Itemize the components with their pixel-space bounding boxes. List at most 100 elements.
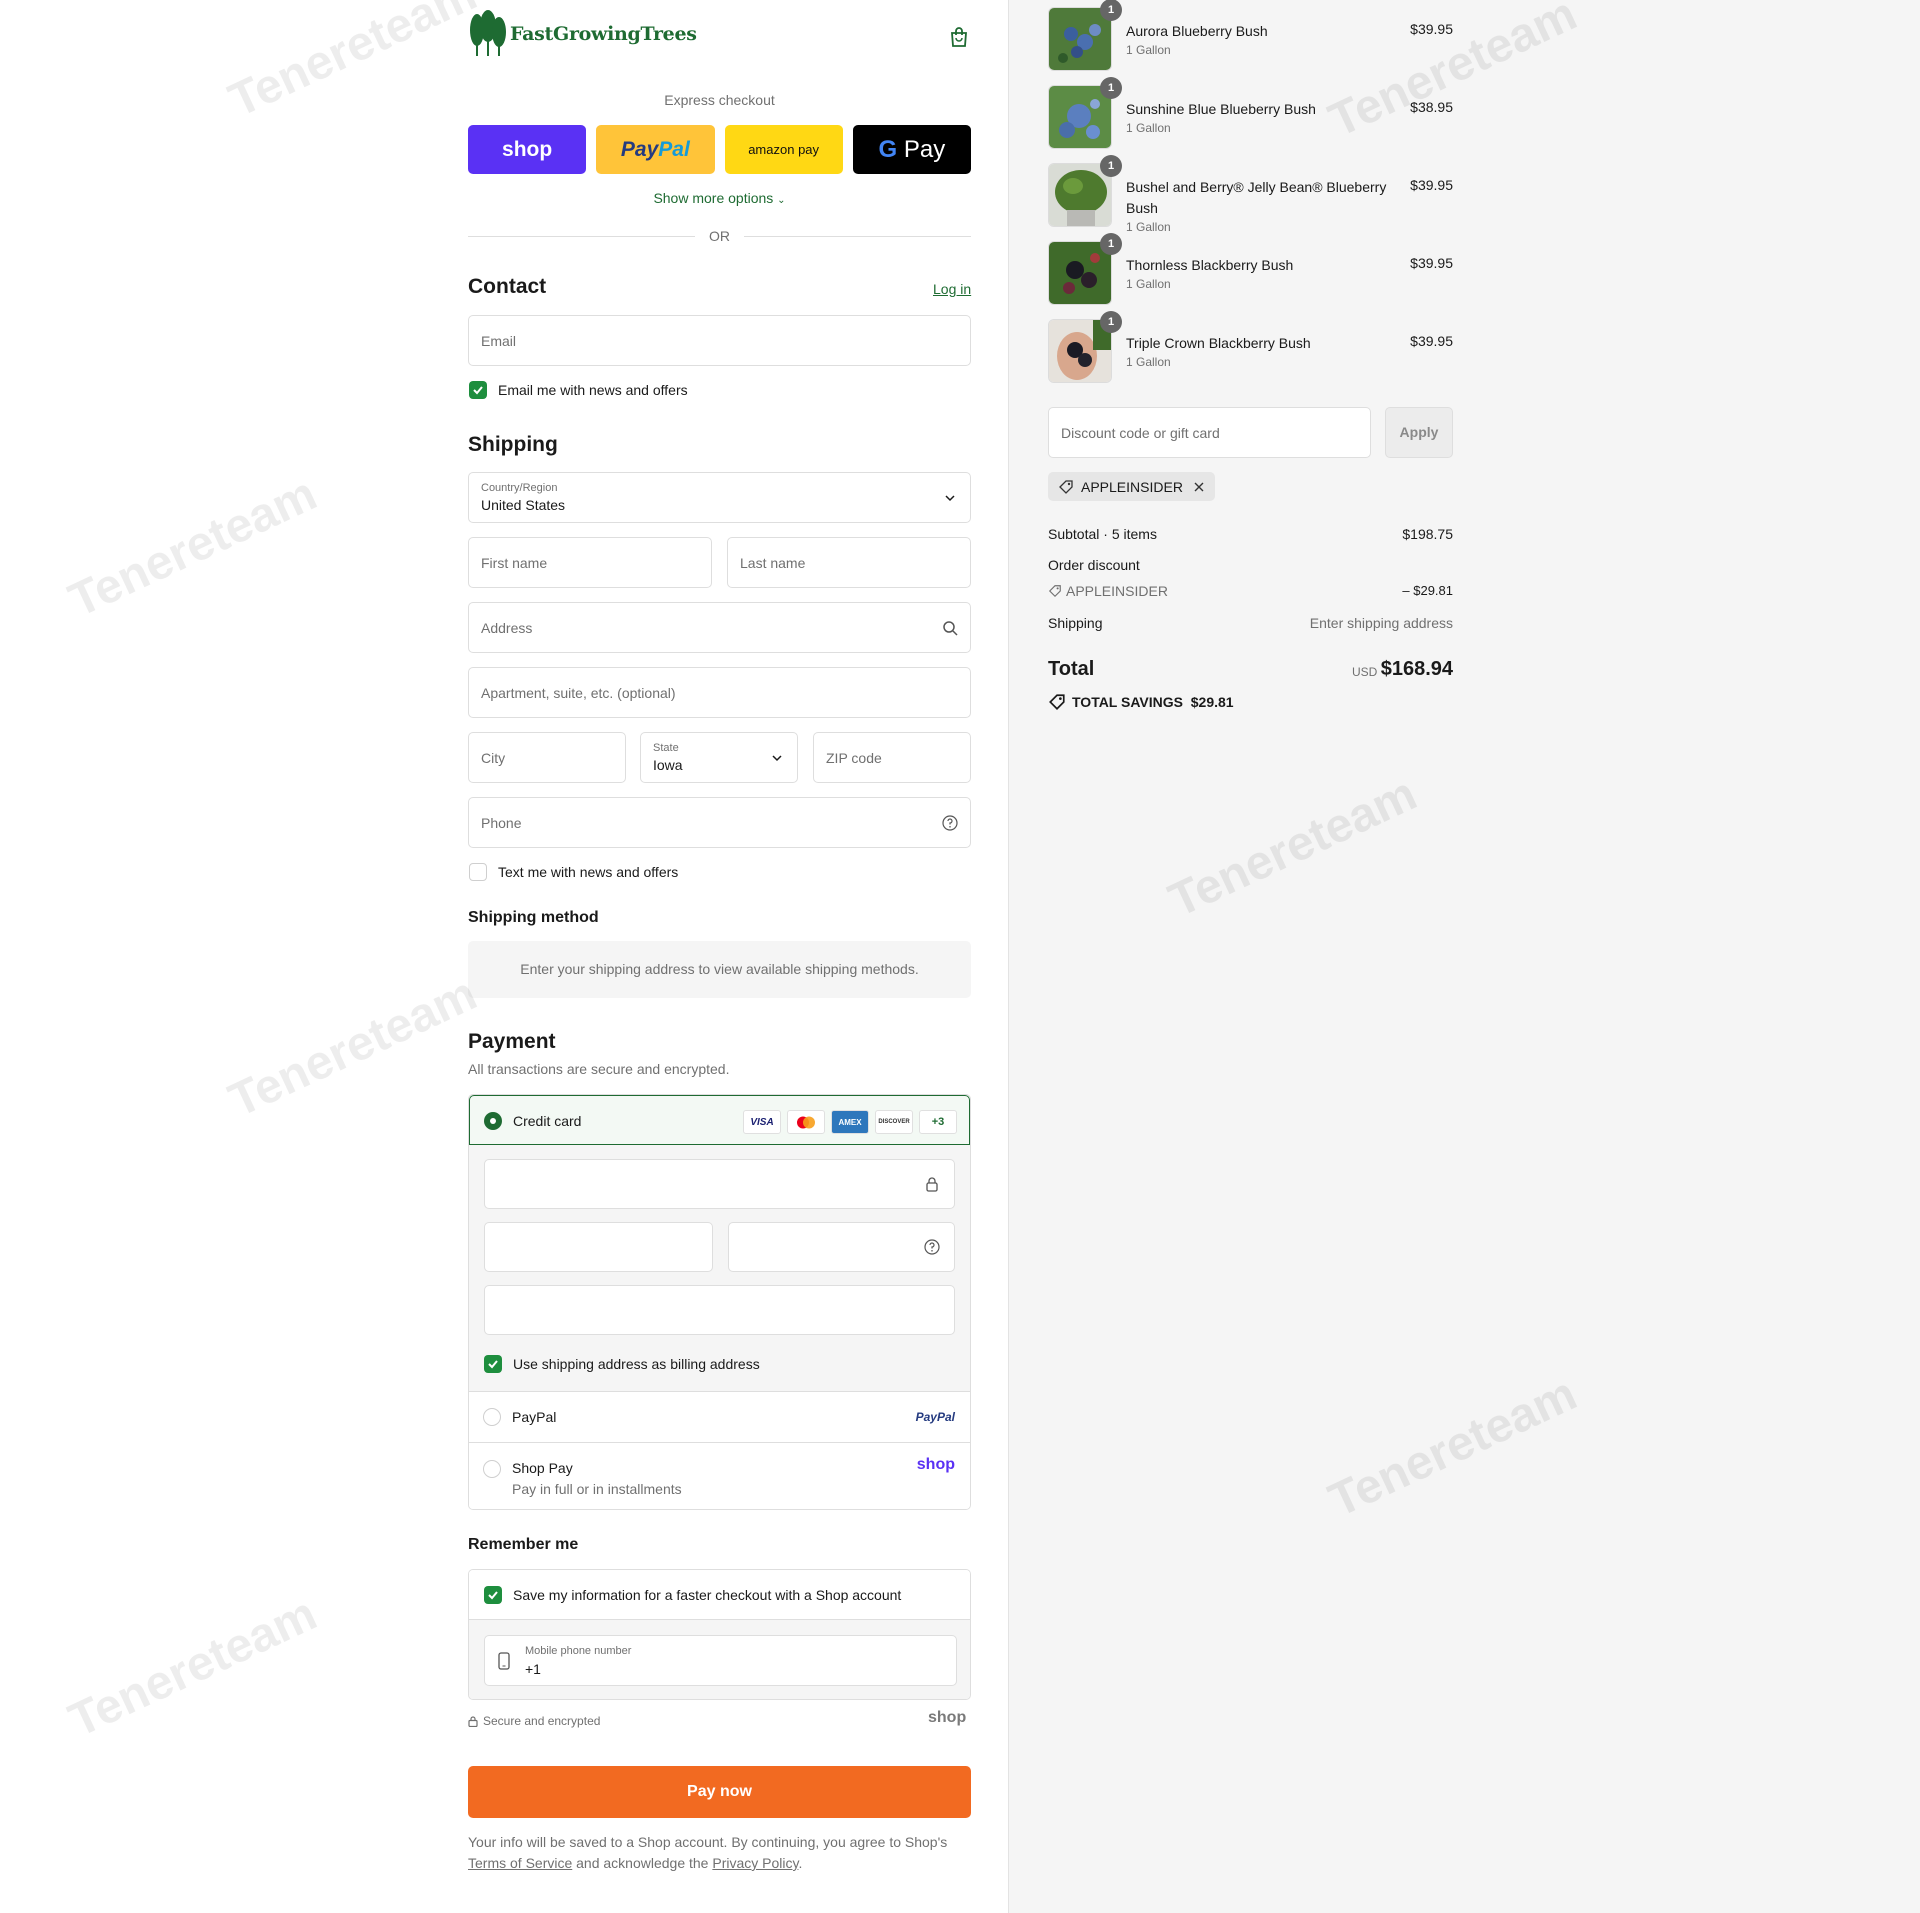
save-info-checkbox[interactable] [484,1586,502,1604]
pay-now-button[interactable]: Pay now [468,1766,971,1818]
paypal-option[interactable]: PayPal PayPal [469,1391,970,1442]
shipping-method-placeholder: Enter your shipping address to view avai… [468,941,971,998]
amazon-pay-button[interactable]: amazon pay [724,125,843,174]
express-checkout-title: Express checkout [664,92,775,108]
remember-phone-area: Mobile phone number +1 [469,1620,970,1699]
cart-item: 1 Bushel and Berry® Jelly Bean® Blueberr… [1048,155,1453,234]
product-variant: 1 Gallon [1126,220,1171,234]
sms-label: Text me with news and offers [498,864,679,880]
billing-same-row[interactable]: Use shipping address as billing address [484,1355,760,1373]
expiration-date-field[interactable] [484,1222,713,1272]
search-icon [943,621,958,636]
quantity-badge: 1 [1100,155,1122,177]
newsletter-checkbox[interactable] [469,381,487,399]
payment-heading: Payment [468,1030,556,1053]
first-name-field[interactable]: First name [468,537,712,588]
paypal-logo: PayPal [915,1410,955,1424]
discount-code-input[interactable]: Discount code or gift card [1048,407,1371,458]
quantity-badge: 1 [1100,233,1122,255]
checkmark-icon [488,1360,498,1369]
mobile-phone-field[interactable]: Mobile phone number +1 [484,1635,957,1686]
mobile-phone-icon [498,1652,510,1670]
shipping-heading: Shipping [468,433,558,456]
checkmark-icon [488,1591,498,1600]
chevron-down-icon [772,755,782,762]
visa-icon: VISA [743,1110,781,1134]
sms-checkbox[interactable] [469,863,487,881]
state-select[interactable]: State Iowa [640,732,798,783]
card-brands: VISA AMEX DISCOVER +3 [743,1110,957,1134]
shop-logo: shop [928,1709,967,1726]
product-name: Thornless Blackberry Bush [1126,257,1294,273]
address-field[interactable]: Address [468,602,971,653]
discover-icon: DISCOVER [875,1110,913,1134]
shop-pay-option[interactable]: Shop Pay Pay in full or in installments … [469,1442,970,1509]
help-icon[interactable] [942,815,958,831]
tag-icon [1049,694,1065,710]
applied-discount-tag: APPLEINSIDER [1048,472,1215,501]
express-checkout-buttons: shop Pay Pal amazon pay G Pay [468,125,971,174]
email-field[interactable]: Email [468,315,971,366]
currency-code: USD [1352,665,1378,679]
last-name-field[interactable]: Last name [727,537,971,588]
quantity-badge: 1 [1100,311,1122,333]
shop-pay-logo: shop [916,1456,955,1473]
close-icon[interactable] [1193,481,1205,493]
shop-pay-button[interactable]: shop [468,125,587,174]
quantity-badge: 1 [1100,77,1122,99]
cart-item: 1 Triple Crown Blackberry Bush 1 Gallon … [1048,311,1453,383]
credit-card-form: Use shipping address as billing address [469,1145,970,1391]
cart-item: 1 Aurora Blueberry Bush 1 Gallon $39.95 [1048,0,1453,71]
save-info-row[interactable]: Save my information for a faster checkou… [469,1570,970,1620]
privacy-policy-link[interactable]: Privacy Policy [712,1855,798,1871]
mastercard-icon [787,1110,825,1134]
tag-icon [1059,479,1073,494]
payment-methods: Credit card VISA AMEX DISCOVER +3 Use sh… [468,1094,971,1510]
product-price: $38.95 [1410,99,1453,115]
amex-icon: AMEX [831,1110,869,1134]
shopping-bag-icon[interactable] [948,26,970,48]
login-link[interactable]: Log in [933,281,971,297]
country-select[interactable]: Country/Region United States [468,472,971,523]
zip-field[interactable]: ZIP code [813,732,971,783]
apartment-field[interactable]: Apartment, suite, etc. (optional) [468,667,971,718]
google-pay-button[interactable]: G Pay [852,125,971,174]
remember-me-box: Save my information for a faster checkou… [468,1569,971,1700]
order-discount-code-row: APPLEINSIDER – $29.81 [1048,583,1453,599]
order-discount-row: Order discount [1048,557,1140,573]
product-name: Sunshine Blue Blueberry Bush [1126,101,1316,117]
credit-card-option[interactable]: Credit card VISA AMEX DISCOVER +3 [469,1095,970,1145]
store-logo[interactable]: FastGrowingTrees [468,10,697,58]
apply-discount-button[interactable]: Apply [1385,407,1453,458]
product-variant: 1 Gallon [1126,277,1171,291]
secure-encrypted-note: Secure and encrypted [468,1714,600,1728]
billing-same-checkbox[interactable] [484,1355,502,1373]
product-variant: 1 Gallon [1126,43,1171,57]
card-number-field[interactable] [484,1159,955,1209]
security-code-field[interactable] [728,1222,955,1272]
newsletter-checkbox-row[interactable]: Email me with news and offers [469,381,688,399]
phone-field[interactable]: Phone [468,797,971,848]
city-field[interactable]: City [468,732,626,783]
sms-checkbox-row[interactable]: Text me with news and offers [469,863,678,881]
paypal-button[interactable]: Pay Pal [596,125,715,174]
more-cards-badge: +3 [919,1110,957,1134]
terms-of-service-link[interactable]: Terms of Service [468,1855,572,1871]
or-divider: OR [468,228,971,244]
legal-notice: Your info will be saved to a Shop accoun… [468,1834,948,1871]
shop-pay-radio[interactable] [483,1460,501,1478]
checkout-form-panel: FastGrowingTrees Express checkout shop P… [0,0,1009,1913]
newsletter-label: Email me with news and offers [498,382,688,398]
chevron-down-icon [945,495,955,502]
remember-me-heading: Remember me [468,1536,579,1553]
lock-icon [468,1715,478,1727]
show-more-options-link[interactable]: Show more options ⌄ [468,190,971,206]
total-savings: TOTAL SAVINGS $29.81 [1048,693,1234,711]
name-on-card-field[interactable] [484,1285,955,1335]
store-logo-text: FastGrowingTrees [510,23,697,45]
credit-card-radio[interactable] [484,1112,502,1130]
help-icon[interactable] [924,1239,940,1255]
paypal-radio[interactable] [483,1408,501,1426]
product-name: Aurora Blueberry Bush [1126,23,1268,39]
lock-icon [926,1177,938,1192]
